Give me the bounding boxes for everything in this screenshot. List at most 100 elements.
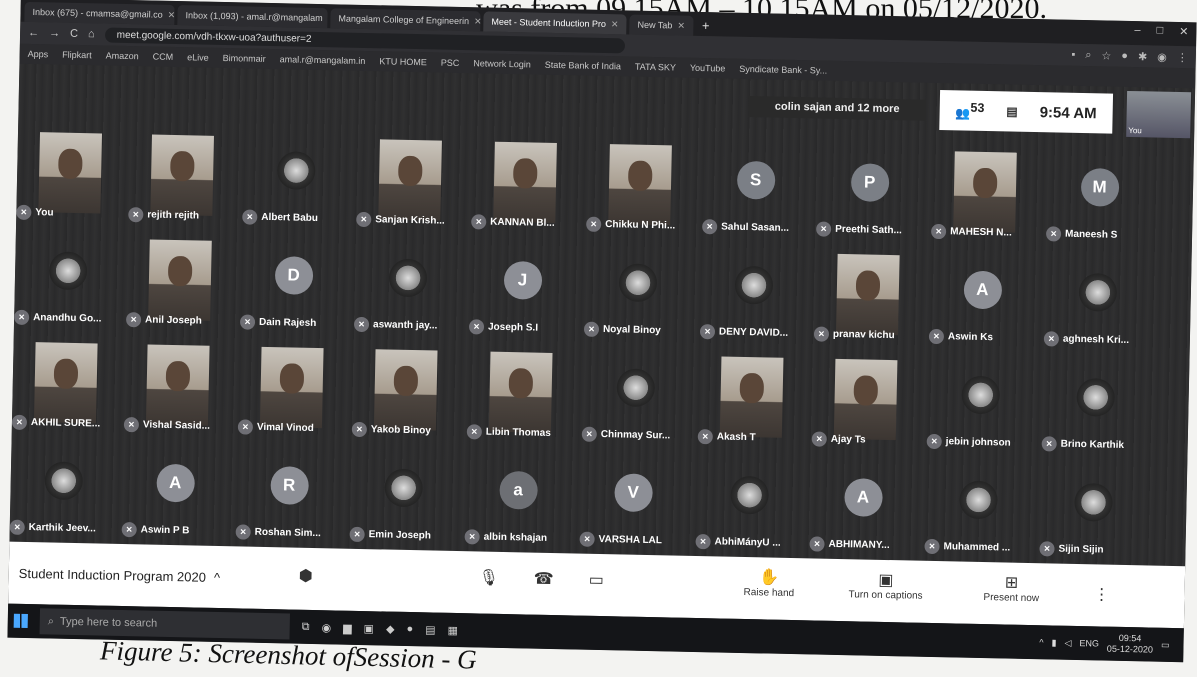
app-icon[interactable]: ▤ [425,623,436,636]
taskbar-search[interactable]: ⌕ Type here to search [39,608,290,640]
puzzle-icon[interactable]: ✱ [1138,50,1147,63]
maximize-button[interactable]: □ [1156,25,1163,38]
participant-tile[interactable]: A ✕ Aswin Ks [928,248,1036,348]
zoom-icon[interactable]: ⌕ [1085,49,1091,62]
bookmark-item[interactable]: eLive [187,52,209,62]
participant-tile[interactable]: ✕ Ajay Ts [811,350,919,450]
chrome-icon[interactable]: ◉ [321,621,331,634]
task-view-icon[interactable]: ⧉ [302,620,310,633]
participant-tile[interactable]: ✕ Noyal Binoy [583,241,691,341]
forward-icon[interactable]: → [49,27,60,39]
bookmark-item[interactable]: PSC [441,58,460,68]
app-icon[interactable]: ● [406,623,413,635]
people-icon[interactable]: 👥53 [955,100,984,122]
hang-up-icon[interactable]: ☎ [534,569,554,589]
participant-tile[interactable]: ✕ You [16,124,123,224]
participant-tile[interactable]: ✕ pranav kichu [813,245,921,345]
bookmark-item[interactable]: CCM [153,52,174,62]
bookmark-item[interactable]: State Bank of India [545,60,621,72]
participant-tile[interactable]: ✕ aswanth jay... [353,236,461,336]
bookmark-item[interactable]: YouTube [690,63,726,74]
back-icon[interactable]: ← [28,27,39,39]
participant-tile[interactable]: ✕ Vimal Vinod [237,338,345,438]
participant-tile[interactable]: ✕ jebin johnson [926,353,1034,453]
participant-tile[interactable]: A ✕ ABHIMANY... [809,455,916,555]
bookmark-item[interactable]: Bimonmair [223,53,266,64]
chat-icon[interactable]: ▤ [1006,104,1018,118]
participant-tile[interactable]: A ✕ Aswin P B [121,441,229,541]
participant-tile[interactable]: ✕ AKHIL SURE... [11,334,119,434]
app-icon[interactable]: ◆ [386,622,395,635]
participant-tile[interactable]: ✕ Yakob Binoy [351,341,459,441]
browser-tab[interactable]: New Tab ✕ [629,14,694,36]
participant-tile[interactable]: ✕ Brino Karthik [1041,355,1149,455]
camera-icon[interactable]: ▭ [589,570,605,590]
participant-tile[interactable]: a ✕ albin kshajan [464,448,571,548]
participant-tile[interactable]: ✕ Albert Babu [242,128,349,228]
participant-tile[interactable]: ✕ aghnesh Kri... [1043,250,1151,350]
participant-tile[interactable]: ✕ Chikku N Phi... [586,136,693,236]
extension-icon[interactable]: ▪ [1071,48,1075,61]
windows-start-icon[interactable] [13,613,28,629]
app-icon[interactable]: ▦ [447,623,458,636]
bookmark-item[interactable]: Syndicate Bank - Sy... [739,64,827,76]
store-icon[interactable]: ▣ [364,622,375,635]
shield-icon[interactable]: ⬢ [299,566,313,586]
present-button[interactable]: ⊞ Present now [983,572,1039,604]
bookmark-item[interactable]: Apps [28,49,49,59]
more-options-button[interactable]: ⋮ [1093,584,1109,604]
minimize-button[interactable]: – [1134,24,1140,37]
profile-icon[interactable]: ◉ [1157,50,1167,63]
participant-tile[interactable]: ✕ Sijin Sijin [1039,460,1146,560]
participant-tile[interactable]: V ✕ VARSHA LAL [579,451,686,551]
bookmark-item[interactable]: Network Login [473,58,531,69]
home-icon[interactable]: ⌂ [88,28,95,40]
reload-icon[interactable]: C [70,28,78,40]
bookmark-item[interactable]: amal.r@mangalam.in [280,54,366,66]
new-tab-button[interactable]: + [696,16,716,36]
taskbar-clock[interactable]: 09:54 05-12-2020 [1107,633,1153,656]
bookmark-item[interactable]: Amazon [106,51,139,62]
bookmark-item[interactable]: KTU HOME [379,56,427,67]
close-window-button[interactable]: ✕ [1179,25,1188,38]
self-view-thumbnail[interactable]: You [1126,90,1192,139]
chevron-up-icon[interactable]: ^ [1039,637,1043,647]
participant-tile[interactable]: ✕ Emin Joseph [349,446,456,546]
close-tab-icon[interactable]: ✕ [611,14,619,34]
participant-tile[interactable]: ✕ Sanjan Krish... [356,131,463,231]
participant-tile[interactable]: ✕ AbhiMányU ... [695,453,802,553]
close-tab-icon[interactable]: ✕ [167,5,175,25]
star-icon[interactable]: ☆ [1101,49,1111,62]
participant-tile[interactable]: J ✕ Joseph S.I [468,238,576,338]
close-tab-icon[interactable]: ✕ [474,11,481,31]
participant-tile[interactable]: R ✕ Roshan Sim... [235,443,342,543]
participant-tile[interactable]: M ✕ Maneesh S [1045,145,1153,245]
close-tab-icon[interactable]: ✕ [677,16,685,36]
participant-tile[interactable]: ✕ Vishal Sasid... [123,336,231,436]
participant-tile[interactable]: ✕ KANNAN Bl... [471,133,578,233]
participant-tile[interactable]: ✕ Muhammed ... [924,458,1031,558]
notifications-icon[interactable]: ▭ [1161,639,1170,650]
participant-tile[interactable]: S ✕ Sahul Sasan... [702,138,809,238]
captions-button[interactable]: ▣ Turn on captions [848,569,923,602]
participant-tile[interactable]: D ✕ Dain Rajesh [239,233,347,333]
participant-tile[interactable]: ✕ rejith rejith [128,126,235,226]
menu-icon[interactable]: ⋮ [1177,50,1188,63]
participant-tile[interactable]: ✕ Anil Joseph [125,231,233,331]
participant-tile[interactable]: ✕ MAHESH N... [930,143,1038,243]
meeting-details[interactable]: Student Induction Program 2020 ^ [19,565,221,584]
file-explorer-icon[interactable]: ▆ [343,621,352,634]
microphone-icon[interactable]: 🎙 [479,567,500,587]
participant-tile[interactable]: ✕ Karthik Jeev... [9,439,117,539]
participant-tile[interactable]: ✕ Chinmay Sur... [581,346,689,446]
bookmark-item[interactable]: Flipkart [62,50,92,61]
raise-hand-button[interactable]: ✋ Raise hand [743,567,794,599]
participant-tile[interactable]: ✕ DENY DAVID... [699,243,807,343]
language-indicator[interactable]: ENG [1079,638,1099,648]
bookmark-item[interactable]: TATA SKY [635,62,676,73]
participant-tile[interactable]: ✕ Libin Thomas [466,343,574,443]
network-icon[interactable]: ▮ [1051,637,1057,648]
participant-tile[interactable]: P ✕ Preethi Sath... [816,140,923,240]
extension-icon[interactable]: ● [1121,49,1128,62]
others-tile[interactable]: colin sajan and 12 more [748,95,926,121]
